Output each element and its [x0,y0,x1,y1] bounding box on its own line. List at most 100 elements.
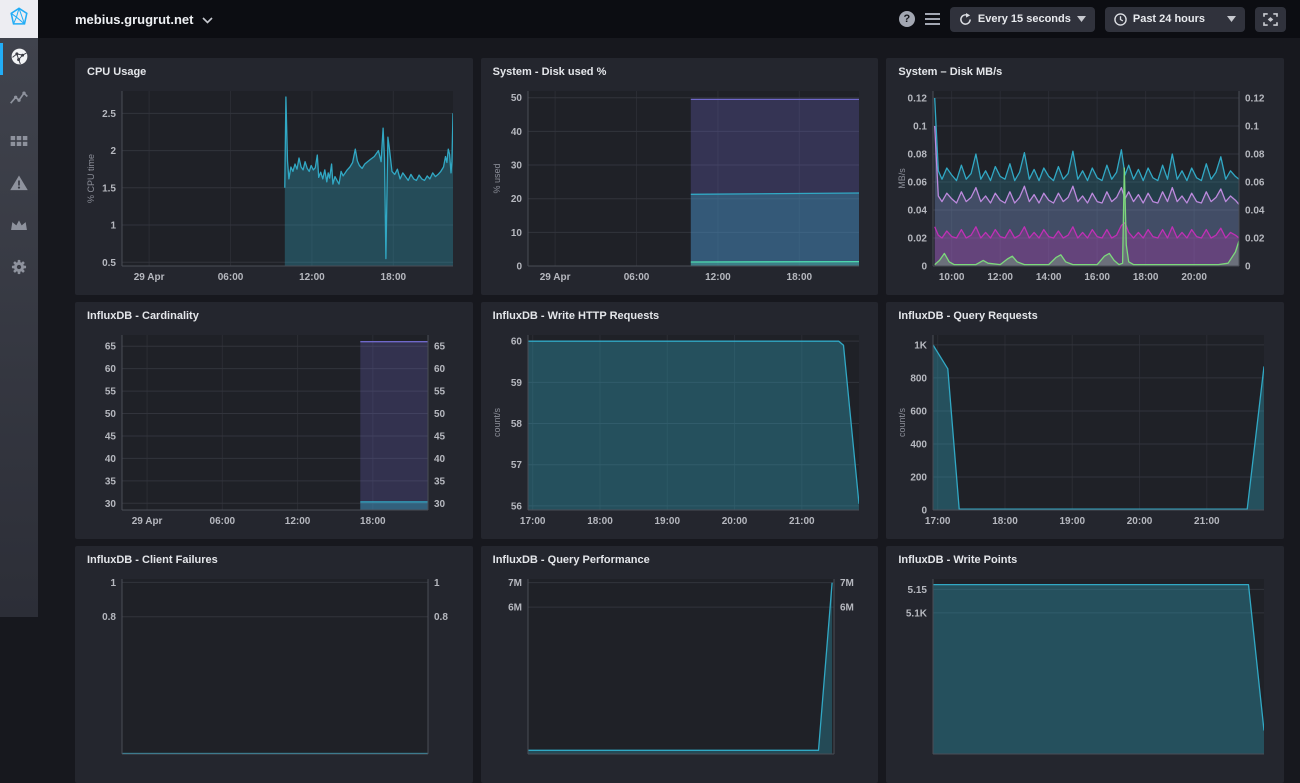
svg-text:% used: % used [492,163,502,193]
panel-query-requests: InfluxDB - Query Requests 0 200 400 600 800 1… [886,302,1284,539]
chart-write-http-requests[interactable]: 56 57 58 59 60 17:00 18:00 19:00 20:00 21:00 count… [491,326,869,531]
svg-text:MB/s: MB/s [897,168,907,189]
svg-text:56: 56 [511,501,523,512]
svg-text:2: 2 [110,146,116,157]
gear-icon [9,257,29,282]
svg-text:55: 55 [105,387,117,398]
timerange-label: Past 24 hours [1132,13,1205,25]
svg-text:19:00: 19:00 [654,516,680,527]
svg-text:1: 1 [110,578,116,589]
svg-text:18:00: 18:00 [993,516,1019,527]
svg-text:50: 50 [434,409,446,420]
svg-text:10: 10 [511,228,523,239]
svg-text:50: 50 [105,409,117,420]
chart-query-performance[interactable]: 7M 7M 6M 6M [491,570,869,775]
sidebar-item-data-explorer[interactable] [0,80,38,122]
panel-grid: CPU Usage 0.5 1 1.5 2 2.5 29 Apr 06:00 12:00 18:… [75,58,1284,783]
panel-cardinality: InfluxDB - Cardinality 30 30 35 35 40 40 45 45 5… [75,302,473,539]
svg-text:30: 30 [105,499,117,510]
refresh-icon [959,12,972,26]
svg-text:1.5: 1.5 [102,183,116,194]
svg-text:count/s: count/s [897,407,907,437]
svg-text:0.8: 0.8 [434,612,448,623]
autorefresh-dropdown[interactable]: Every 15 seconds [949,6,1095,32]
svg-text:30: 30 [434,499,446,510]
svg-text:7M: 7M [508,578,522,589]
svg-text:18:00: 18:00 [587,516,613,527]
host-list-icon [9,46,30,72]
dashboard-title: mebius.grugrut.net [75,11,194,27]
alert-triangle-icon [9,173,29,198]
svg-text:20: 20 [511,194,523,205]
sidebar-nav [0,38,38,617]
topbar: mebius.grugrut.net ? Every 15 seconds Pa… [38,0,1300,38]
dashboards-icon [9,131,29,156]
sidebar-item-host-list[interactable] [0,38,38,80]
data-explorer-icon [9,89,29,114]
svg-text:12:00: 12:00 [705,272,731,283]
panel-write-points: InfluxDB - Write Points 5.15 5.1K [886,546,1284,783]
chart-cardinality[interactable]: 30 30 35 35 40 40 45 45 50 50 55 55 60 60 65 65 29 Apr 06… [85,326,463,531]
svg-text:0: 0 [922,262,928,273]
svg-text:0: 0 [922,506,928,517]
svg-text:65: 65 [105,342,117,353]
autorefresh-label: Every 15 seconds [977,13,1071,25]
sidebar-item-admin[interactable] [0,206,38,248]
svg-text:19:00: 19:00 [1060,516,1086,527]
svg-text:35: 35 [105,476,117,487]
chart-disk-used[interactable]: 0 10 20 30 40 50 29 Apr 06:00 12:00 18:00 % used [491,82,869,287]
svg-text:12:00: 12:00 [988,272,1014,283]
svg-text:29 Apr: 29 Apr [134,272,165,283]
svg-text:59: 59 [511,378,523,389]
svg-text:5.1K: 5.1K [906,608,928,619]
svg-text:45: 45 [434,431,446,442]
chart-cpu-usage[interactable]: 0.5 1 1.5 2 2.5 29 Apr 06:00 12:00 18:00 % CPU ti… [85,82,463,287]
svg-text:0.06: 0.06 [1245,178,1265,189]
svg-text:count/s: count/s [492,407,502,437]
svg-text:58: 58 [511,419,523,430]
svg-text:0.04: 0.04 [1245,206,1265,217]
svg-text:29 Apr: 29 Apr [132,516,163,527]
timerange-dropdown[interactable]: Past 24 hours [1104,6,1245,32]
dashboard-title-dropdown[interactable]: mebius.grugrut.net [75,11,214,27]
chart-query-requests[interactable]: 0 200 400 600 800 1K 17:00 18:00 19:00 20:00 21:00… [896,326,1274,531]
svg-text:0: 0 [516,262,522,273]
chart-write-points[interactable]: 5.15 5.1K [896,570,1274,775]
chevron-down-icon [202,12,214,27]
svg-text:18:00: 18:00 [1133,272,1159,283]
presentation-mode-button[interactable] [1255,6,1286,32]
panel-title: InfluxDB - Write HTTP Requests [492,310,660,322]
svg-text:7M: 7M [840,578,854,589]
svg-text:0.1: 0.1 [913,122,927,133]
svg-text:% CPU time: % CPU time [86,154,96,203]
svg-text:0.02: 0.02 [908,234,928,245]
svg-text:18:00: 18:00 [786,272,812,283]
help-icon[interactable]: ? [898,11,915,27]
svg-text:0.08: 0.08 [1245,150,1265,161]
sidebar-item-dashboards[interactable] [0,122,38,164]
svg-text:12:00: 12:00 [285,516,311,527]
svg-text:0.12: 0.12 [1245,94,1265,105]
chronograf-logo-button[interactable] [0,0,38,38]
sidebar-item-alerts[interactable] [0,164,38,206]
svg-text:20:00: 20:00 [721,516,747,527]
svg-text:1: 1 [110,221,116,232]
svg-text:18:00: 18:00 [360,516,386,527]
svg-text:40: 40 [511,127,523,138]
panel-disk-mbs: System – Disk MB/s 0 0 0.02 0.02 0.04 0.04 0.0… [886,58,1284,295]
svg-text:10:00: 10:00 [939,272,965,283]
svg-text:30: 30 [511,161,523,172]
sidebar-item-settings[interactable] [0,248,38,290]
dashboard-content: CPU Usage 0.5 1 1.5 2 2.5 29 Apr 06:00 12:00 18:… [38,38,1300,783]
svg-text:06:00: 06:00 [218,272,244,283]
chart-client-failures[interactable]: 1 1 0.8 0.8 [85,570,463,775]
svg-text:0: 0 [1245,262,1251,273]
chart-disk-mbs[interactable]: 0 0 0.02 0.02 0.04 0.04 0.06 0.06 0.08 0.08 0.1 0.1… [896,82,1274,287]
svg-text:200: 200 [911,472,928,483]
panel-title: InfluxDB - Query Performance [492,554,650,566]
panel-title: InfluxDB - Query Requests [898,310,1038,322]
svg-text:0.04: 0.04 [908,206,928,217]
svg-text:2.5: 2.5 [102,109,116,120]
menu-icon[interactable] [924,13,940,25]
caret-down-icon [1076,13,1086,25]
